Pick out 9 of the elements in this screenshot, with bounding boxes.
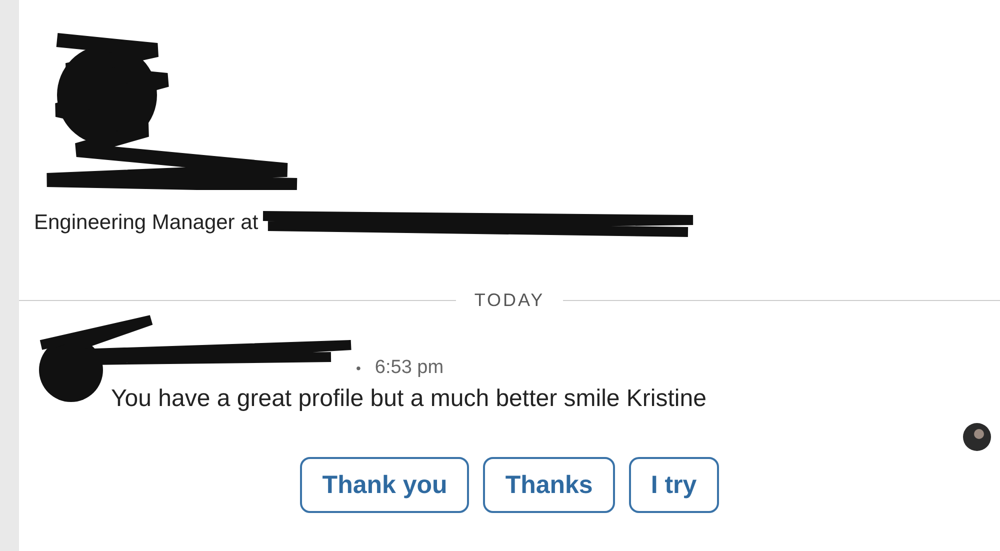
message-text: You have a great profile but a much better smile Kristine [111,385,706,413]
quick-reply-button[interactable]: Thank you [300,457,470,513]
quick-reply-button[interactable]: I try [628,457,719,513]
date-divider-label: TODAY [474,290,545,311]
separator-dot: • [356,360,361,376]
headline-text: Engineering Manager at [34,211,258,235]
message-time: 6:53 pm [374,357,444,379]
read-receipt-avatar-icon [963,423,991,451]
quick-reply-button[interactable]: Thanks [483,457,615,513]
